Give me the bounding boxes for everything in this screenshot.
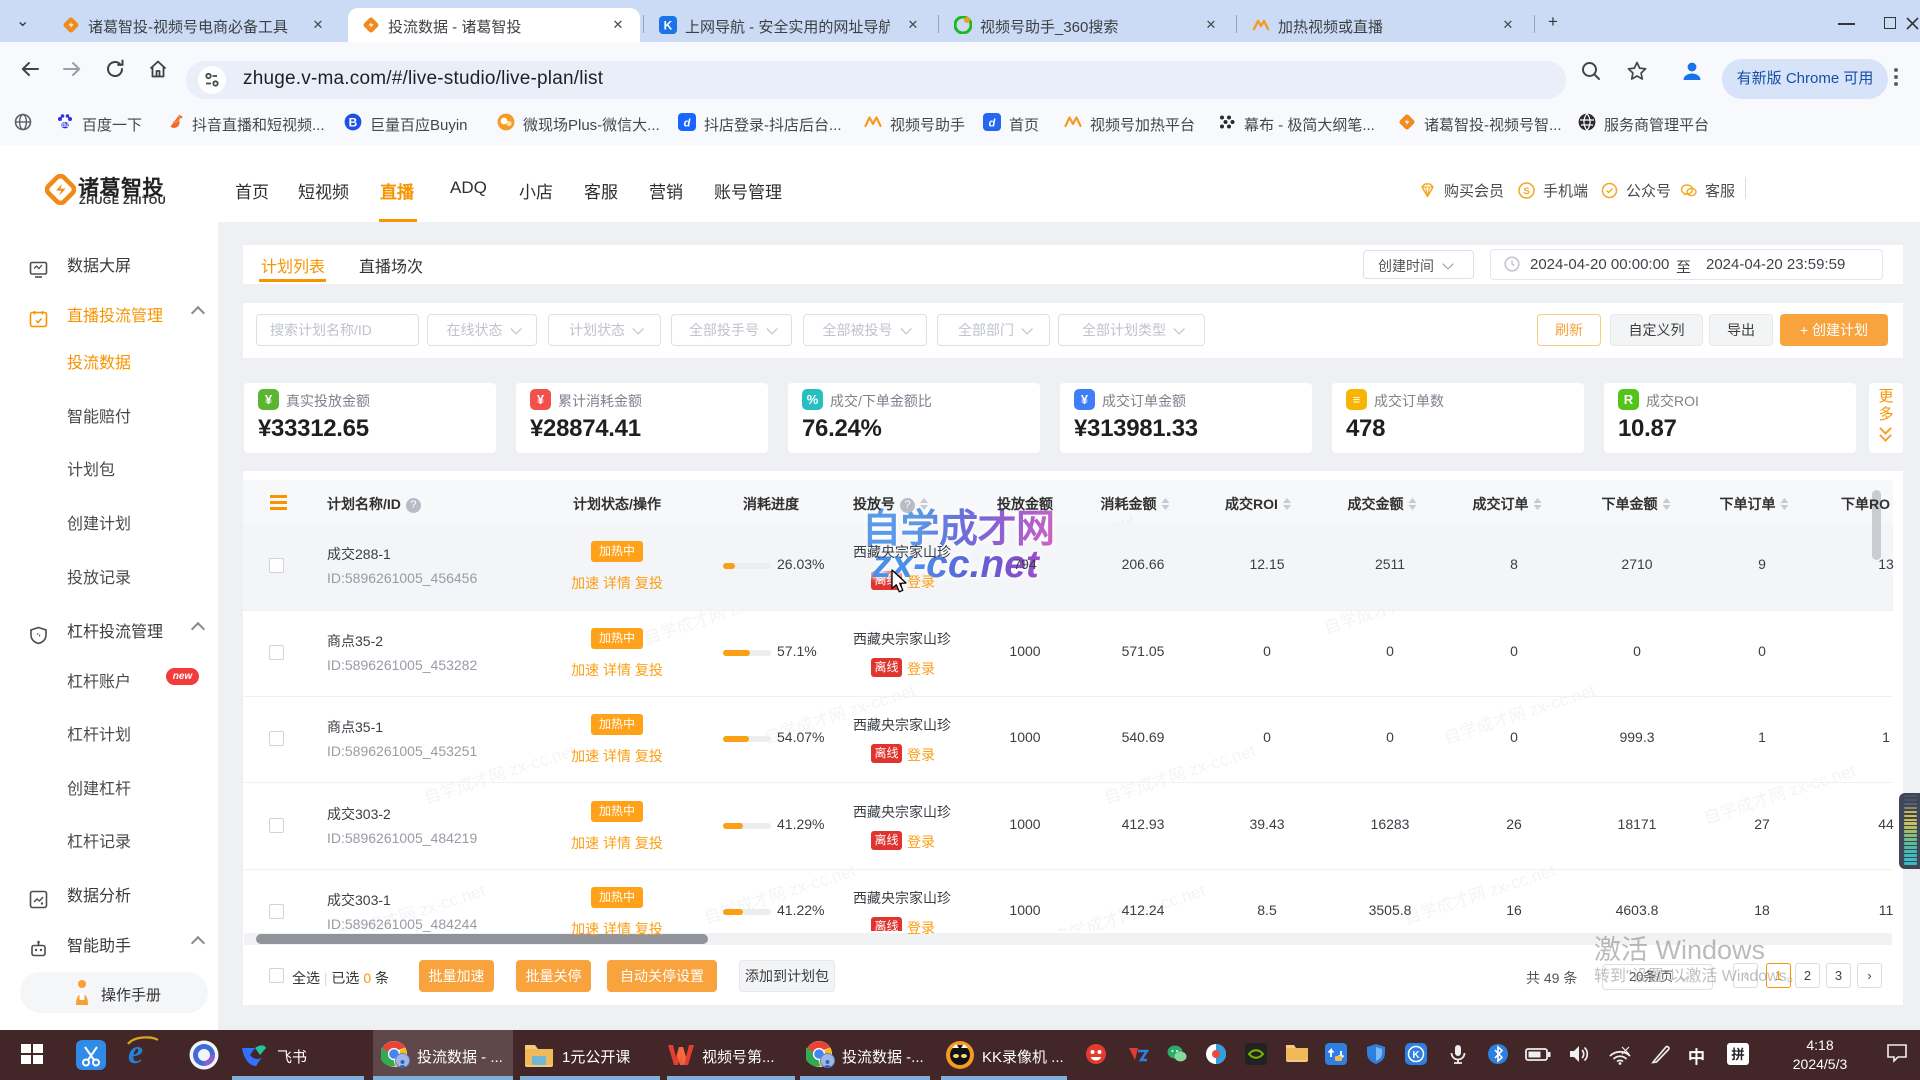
svg-text:du: du: [61, 123, 69, 129]
svg-text:d: d: [684, 118, 691, 130]
svg-text:K: K: [1412, 1050, 1420, 1061]
svg-text:S: S: [1523, 186, 1529, 197]
svg-text:K: K: [664, 19, 673, 33]
svg-text:B: B: [349, 115, 358, 129]
svg-text:拼: 拼: [1731, 1047, 1744, 1062]
svg-text:d: d: [989, 118, 996, 130]
